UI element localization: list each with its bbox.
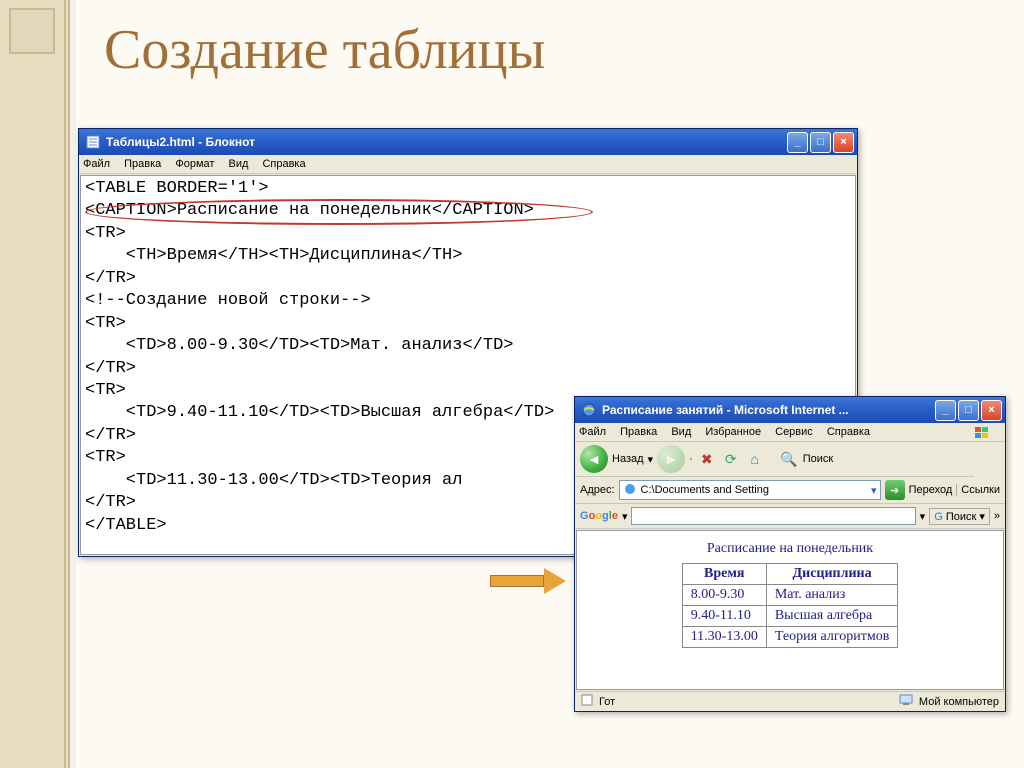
- cell-subject: Мат. анализ: [766, 585, 897, 606]
- separator: ·: [689, 453, 693, 465]
- cell-subject: Высшая алгебра: [766, 606, 897, 627]
- maximize-button[interactable]: □: [810, 132, 831, 153]
- address-input[interactable]: C:\Documents and Setting ▾: [619, 480, 881, 500]
- table-row: 11.30-13.00 Теория алгоритмов: [682, 627, 898, 648]
- arrow-icon: [490, 568, 572, 594]
- google-more-icon[interactable]: »: [994, 510, 1000, 522]
- google-search-button[interactable]: G Поиск ▾: [929, 508, 990, 525]
- menu-file[interactable]: Файл: [579, 426, 606, 438]
- ie-menubar: Файл Правка Вид Избранное Сервис Справка: [575, 423, 1005, 442]
- col-subject-header: Дисциплина: [766, 564, 897, 585]
- status-done-icon: [581, 694, 593, 709]
- google-logo: Google: [580, 510, 618, 522]
- search-icon[interactable]: 🔍: [779, 449, 799, 469]
- go-label: Переход: [909, 484, 953, 496]
- table-row: 9.40-11.10 Высшая алгебра: [682, 606, 898, 627]
- google-search-dropdown-icon[interactable]: ▾: [920, 510, 926, 523]
- address-dropdown-icon[interactable]: ▾: [871, 484, 877, 497]
- menu-view[interactable]: Вид: [228, 158, 248, 170]
- notepad-menubar: Файл Правка Формат Вид Справка: [79, 155, 857, 174]
- ie-page-icon: [623, 482, 637, 499]
- cell-time: 8.00-9.30: [682, 585, 766, 606]
- stop-icon[interactable]: ✖: [697, 449, 717, 469]
- go-button[interactable]: ➜: [885, 480, 905, 500]
- table-caption: Расписание на понедельник: [587, 541, 993, 557]
- search-label: Поиск: [803, 453, 833, 465]
- google-toolbar: Google▾ ▾ G Поиск ▾ »: [575, 504, 1005, 529]
- menu-help[interactable]: Справка: [827, 426, 870, 438]
- menu-edit[interactable]: Правка: [124, 158, 161, 170]
- back-dropdown-icon[interactable]: ▾: [648, 453, 654, 466]
- menu-favorites[interactable]: Избранное: [705, 426, 761, 438]
- code-line: </TR>: [85, 358, 851, 380]
- maximize-button[interactable]: □: [958, 400, 979, 421]
- cell-time: 9.40-11.10: [682, 606, 766, 627]
- ie-nav-toolbar: ◄ Назад ▾ ► · ✖ ⟳ ⌂ 🔍 Поиск: [575, 442, 974, 477]
- menu-edit[interactable]: Правка: [620, 426, 657, 438]
- slide-canvas: Создание таблицы Таблицы2.html - Блокнот…: [76, 0, 1024, 768]
- my-computer-icon: [899, 694, 913, 709]
- ie-icon: [581, 402, 597, 418]
- status-zone-label: Мой компьютер: [919, 696, 999, 708]
- notepad-icon: [85, 134, 101, 150]
- notepad-titlebar[interactable]: Таблицы2.html - Блокнот _ □ ×: [79, 129, 857, 155]
- code-line: <TD>8.00-9.30</TD><TD>Мат. анализ</TD>: [85, 335, 851, 357]
- deco-square: [9, 8, 55, 54]
- ie-window: Расписание занятий - Microsoft Internet …: [574, 396, 1006, 712]
- slide-title: Создание таблицы: [104, 18, 1024, 82]
- code-line: </TR>: [85, 268, 851, 290]
- close-button[interactable]: ×: [833, 132, 854, 153]
- ie-content-area: Расписание на понедельник Время Дисципли…: [576, 530, 1004, 690]
- table-header-row: Время Дисциплина: [682, 564, 898, 585]
- menu-format[interactable]: Формат: [175, 158, 214, 170]
- ie-title-text: Расписание занятий - Microsoft Internet …: [602, 403, 849, 417]
- col-time-header: Время: [682, 564, 766, 585]
- close-button[interactable]: ×: [981, 400, 1002, 421]
- cell-subject: Теория алгоритмов: [766, 627, 897, 648]
- menu-tools[interactable]: Сервис: [775, 426, 813, 438]
- minimize-button[interactable]: _: [787, 132, 808, 153]
- back-label: Назад: [612, 453, 644, 465]
- notepad-title-text: Таблицы2.html - Блокнот: [106, 135, 255, 149]
- menu-view[interactable]: Вид: [671, 426, 691, 438]
- address-value: C:\Documents and Setting: [641, 484, 769, 496]
- ie-statusbar: Гот Мой компьютер: [575, 691, 1005, 711]
- ie-address-bar: Адрес: C:\Documents and Setting ▾ ➜ Пере…: [575, 477, 1005, 504]
- menu-help[interactable]: Справка: [262, 158, 305, 170]
- cell-time: 11.30-13.00: [682, 627, 766, 648]
- status-ready-label: Гот: [599, 696, 615, 708]
- home-icon[interactable]: ⌂: [745, 449, 765, 469]
- code-line: <!--Создание новой строки-->: [85, 290, 851, 312]
- code-line: <TR>: [85, 313, 851, 335]
- minimize-button[interactable]: _: [935, 400, 956, 421]
- schedule-table: Время Дисциплина 8.00-9.30 Мат. анализ 9…: [682, 563, 899, 648]
- address-label: Адрес:: [580, 484, 615, 496]
- code-line: <TABLE BORDER='1'>: [85, 178, 851, 200]
- table-row: 8.00-9.30 Мат. анализ: [682, 585, 898, 606]
- code-line: <TR>: [85, 223, 851, 245]
- code-line: <TH>Время</TH><TH>Дисциплина</TH>: [85, 245, 851, 267]
- forward-button[interactable]: ►: [657, 445, 685, 473]
- ie-titlebar[interactable]: Расписание занятий - Microsoft Internet …: [575, 397, 1005, 423]
- google-search-input[interactable]: [631, 507, 915, 525]
- code-line: <CAPTION>Расписание на понедельник</CAPT…: [85, 200, 851, 222]
- decorative-strip: [0, 0, 70, 768]
- windows-flag-icon: [974, 426, 990, 443]
- links-label[interactable]: Ссылки: [956, 484, 1000, 496]
- back-button[interactable]: ◄: [580, 445, 608, 473]
- menu-file[interactable]: Файл: [83, 158, 110, 170]
- refresh-icon[interactable]: ⟳: [721, 449, 741, 469]
